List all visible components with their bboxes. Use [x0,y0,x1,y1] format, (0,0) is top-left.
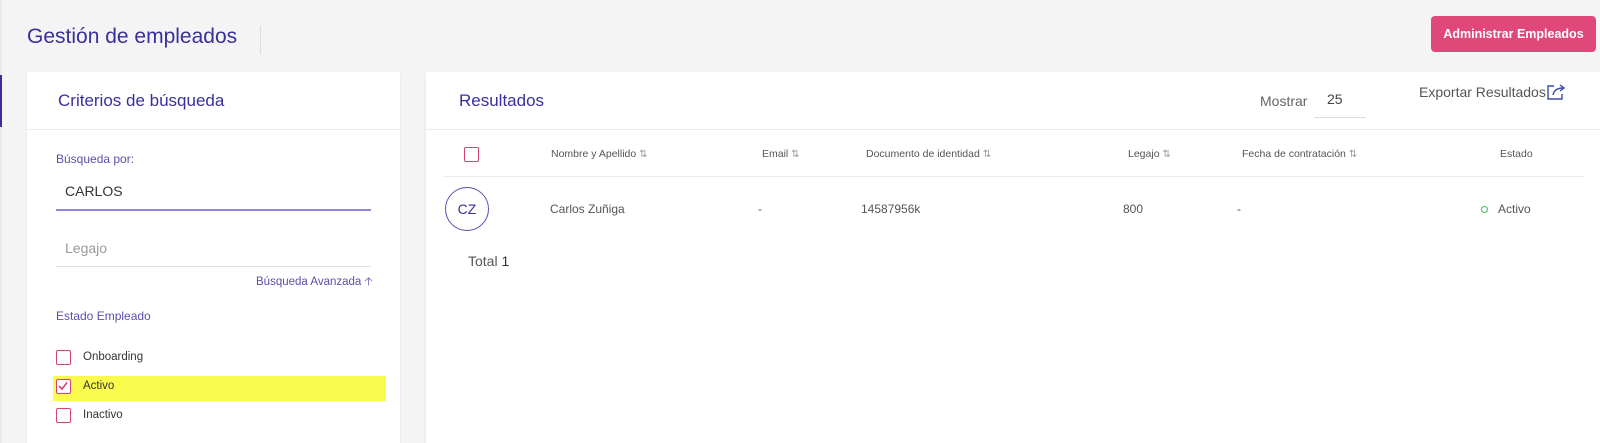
onboarding-label: Onboarding [83,351,144,363]
left-nav-active-marker [0,75,2,127]
column-documento[interactable]: Documento de identidad ⇅ [866,148,991,160]
advanced-search-link[interactable]: Búsqueda Avanzada 🡡 [256,274,373,293]
administrar-empleados-button[interactable]: Administrar Empleados [1431,16,1596,52]
row-status: Activo [1498,202,1531,216]
header-divider [443,176,1584,177]
row-name[interactable]: Carlos Zuñiga [550,202,625,216]
inactivo-checkbox[interactable] [56,408,71,423]
row-hire-date: - [1237,202,1241,216]
search-by-label: Búsqueda por: [56,152,135,166]
estado-empleado-label: Estado Empleado [56,309,151,323]
column-nombre[interactable]: Nombre y Apellido ⇅ [551,148,648,160]
card-divider [27,129,400,130]
total-count: Total 1 [468,253,509,269]
page-size-select[interactable]: 25 [1327,91,1343,107]
advanced-search-label[interactable]: Búsqueda Avanzada [256,276,361,288]
total-value: 1 [501,253,510,269]
sort-icon[interactable]: ⇅ [639,149,647,160]
export-icon[interactable] [1546,83,1566,101]
card-divider [426,129,1600,130]
results-card: Resultados [426,72,1600,443]
page-size-underline [1314,117,1366,118]
activo-label: Activo [83,380,115,392]
column-estado: Estado [1500,148,1533,160]
select-all-checkbox[interactable] [464,147,479,162]
legajo-input[interactable]: Legajo [65,240,107,256]
check-icon [58,382,68,391]
column-legajo[interactable]: Legajo ⇅ [1128,148,1171,160]
activo-checkbox[interactable] [56,379,71,394]
page-title: Gestión de empleados [27,25,238,48]
sort-icon[interactable]: ⇅ [791,149,799,160]
row-legajo: 800 [1123,202,1144,216]
onboarding-checkbox[interactable] [56,350,71,365]
row-email: - [758,202,762,216]
sort-icon[interactable]: ⇅ [1163,149,1171,160]
results-title: Resultados [459,91,545,110]
legajo-input-underline [56,266,371,267]
inactivo-label: Inactivo [83,409,123,421]
search-input[interactable]: CARLOS [65,183,123,199]
search-input-underline [56,209,371,211]
row-document: 14587956k [861,202,921,216]
export-results-link[interactable]: Exportar Resultados [1419,84,1546,100]
total-label: Total [468,253,498,269]
column-email-label: Email [762,148,789,160]
column-legajo-label: Legajo [1128,148,1160,160]
column-fecha[interactable]: Fecha de contratación ⇅ [1242,148,1357,160]
column-fecha-label: Fecha de contratación [1242,148,1346,160]
column-documento-label: Documento de identidad [866,148,980,160]
sort-icon[interactable]: ⇅ [983,149,991,160]
column-email[interactable]: Email ⇅ [762,148,800,160]
sort-icon[interactable]: ⇅ [1349,149,1357,160]
column-nombre-label: Nombre y Apellido [551,148,637,160]
search-criteria-title: Criterios de búsqueda [58,91,225,110]
avatar: CZ [445,187,489,231]
arrow-up-icon: 🡡 [364,276,373,288]
left-nav-strip [0,0,2,443]
status-active-icon [1481,206,1488,213]
show-label: Mostrar [1260,93,1308,109]
title-divider [260,26,261,54]
